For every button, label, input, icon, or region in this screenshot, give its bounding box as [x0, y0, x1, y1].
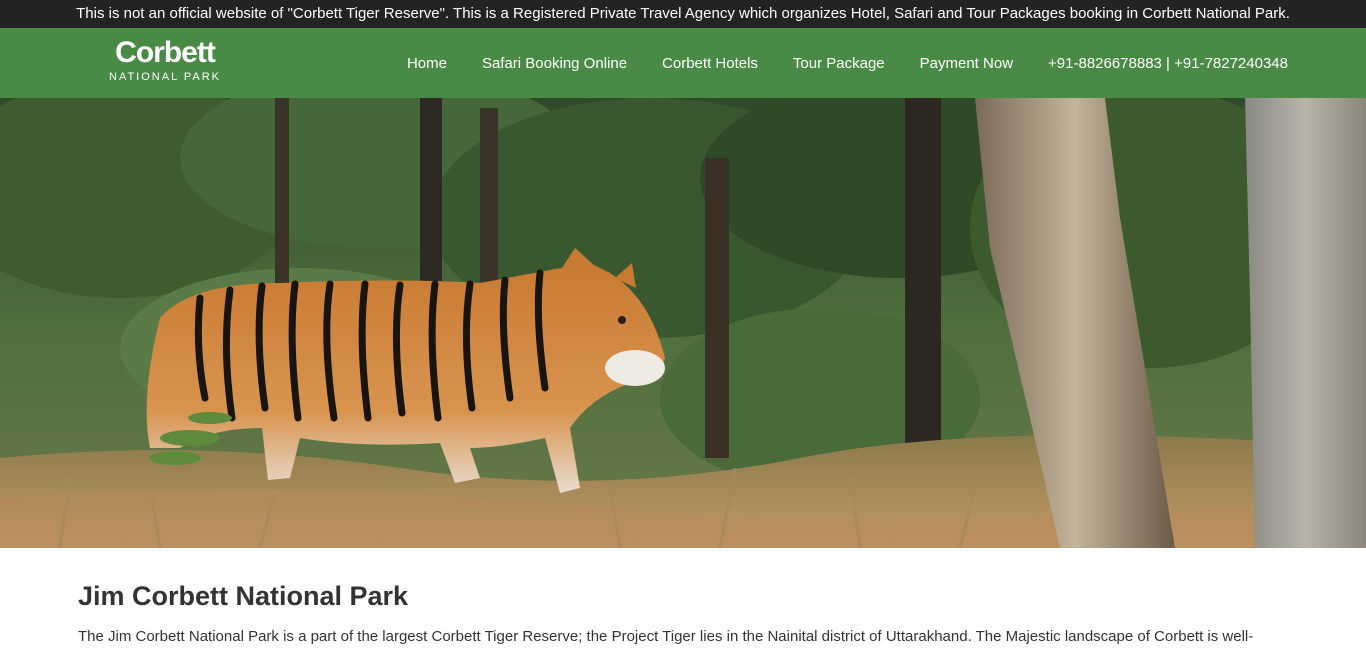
- disclaimer-bar: This is not an official website of "Corb…: [0, 0, 1366, 28]
- intro-paragraph: The Jim Corbett National Park is a part …: [78, 628, 1254, 645]
- logo-subtitle: NATIONAL PARK: [109, 71, 221, 83]
- nav-item-phone-numbers[interactable]: +91-8826678883 | +91-7827240348: [1048, 55, 1288, 72]
- disclaimer-text: This is not an official website of "Corb…: [76, 5, 1290, 22]
- nav-item-payment[interactable]: Payment Now: [920, 55, 1013, 72]
- page-title: Jim Corbett National Park: [78, 581, 409, 611]
- main-content: Jim Corbett National Park The Jim Corbet…: [78, 548, 1288, 648]
- hero-banner: [0, 98, 1366, 548]
- site-logo[interactable]: Corbett NATIONAL PARK: [100, 36, 230, 90]
- nav-menu: Home Safari Booking Online Corbett Hotel…: [372, 28, 1288, 98]
- nav-item-safari-booking[interactable]: Safari Booking Online: [482, 55, 627, 72]
- tiger-in-forest-photo: [0, 98, 1366, 548]
- nav-item-corbett-hotels[interactable]: Corbett Hotels: [662, 55, 758, 72]
- nav-item-tour-package[interactable]: Tour Package: [793, 55, 885, 72]
- main-navigation: Corbett NATIONAL PARK Home Safari Bookin…: [0, 28, 1366, 98]
- logo-name: Corbett: [115, 36, 216, 69]
- nav-item-home[interactable]: Home: [407, 55, 447, 72]
